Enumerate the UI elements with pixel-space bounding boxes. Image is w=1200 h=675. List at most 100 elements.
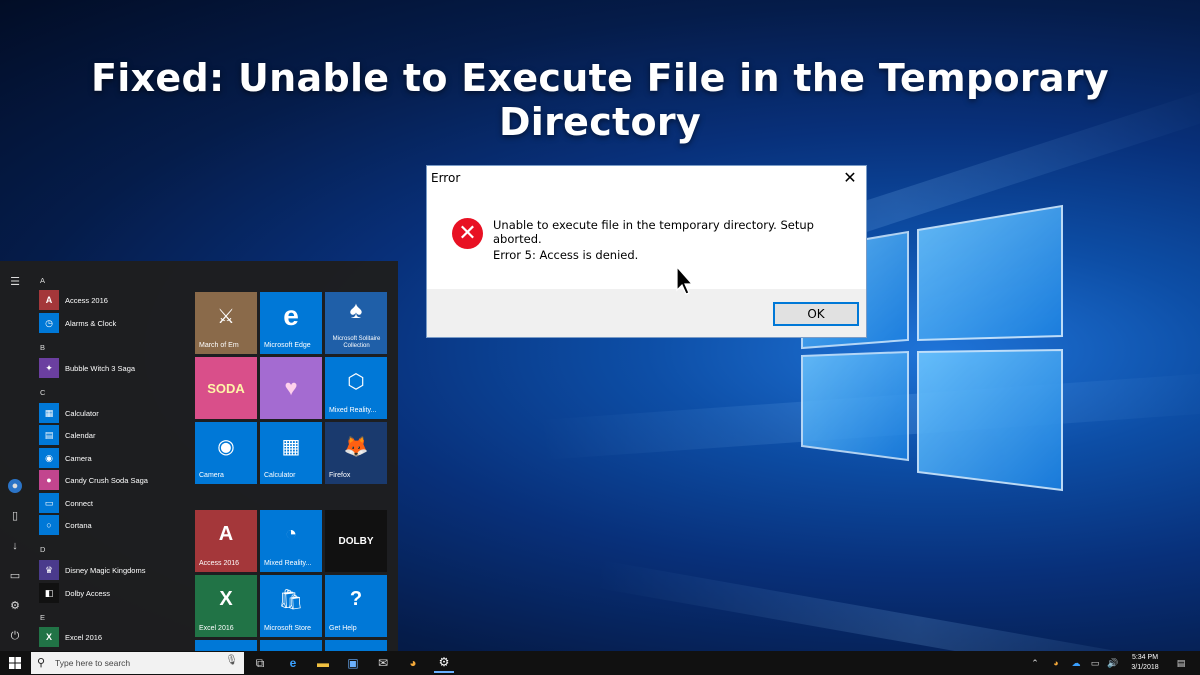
app-label: Connect [65,498,93,508]
tile-mixed-reality[interactable]: ⬡ Mixed Reality... [325,357,387,419]
ok-button[interactable]: OK [773,302,859,326]
tile-dolby[interactable]: DOLBY [325,510,387,572]
tile-partial[interactable] [325,640,387,651]
tile-label: Get Help [329,625,357,632]
pictures-icon[interactable]: ▭ [8,569,22,583]
app-excel[interactable]: X Excel 2016 [39,627,187,647]
settings-icon[interactable]: ⚙ [8,599,22,613]
get-help-icon: ? [349,587,363,610]
windows-start-icon [9,657,21,669]
disney-icon: ♛ [39,560,59,580]
tile-partial[interactable] [260,640,322,651]
hamburger-menu-icon[interactable]: ☰ [8,275,22,289]
tile-label: Mixed Reality... [264,560,312,567]
tile-edge[interactable]: e Microsoft Edge [260,292,322,354]
clock-time: 5:34 PM [1131,654,1159,661]
headline: Fixed: Unable to Execute File in the Tem… [91,56,1109,144]
app-calendar[interactable]: ▤ Calendar [39,425,187,445]
volume-icon[interactable]: 🔊 [1106,651,1120,675]
tile-label: Mixed Reality... [329,407,377,414]
task-view-icon[interactable]: ⧉ [250,653,270,673]
app-label: Calculator [65,408,99,418]
tile-calculator[interactable]: ▦ Calculator [260,422,322,484]
group-letter[interactable]: C [40,388,45,397]
tile-mixed-reality-portal[interactable]: ◔ Mixed Reality... [260,510,322,572]
app-dolby[interactable]: ◧ Dolby Access [39,583,187,603]
dialog-footer: OK [427,289,866,337]
app-connect[interactable]: ▭ Connect [39,493,187,513]
tile-firefox[interactable]: 🦊 Firefox [325,422,387,484]
connect-icon: ▭ [39,493,59,513]
tile-get-help[interactable]: ? Get Help [325,575,387,637]
app-access-2016[interactable]: A Access 2016 [39,290,187,310]
search-icon: ⚲ [37,657,46,669]
tile-label: March of Em [199,342,239,349]
dialog-title: Error [431,171,461,185]
tile-excel[interactable]: X Excel 2016 [195,575,257,637]
microphone-icon[interactable]: 🎙 [225,655,238,666]
app-label: Candy Crush Soda Saga [65,475,148,485]
app-label: Access 2016 [65,295,108,305]
downloads-icon[interactable]: ↓ [8,539,22,553]
error-dialog: Error ✕ ✕ Unable to execute file in the … [426,165,867,338]
documents-icon[interactable]: ▯ [8,509,22,523]
group-letter[interactable]: A [40,276,45,285]
app-list: A A Access 2016 ◷ Alarms & Clock B ✦ Bub… [36,261,186,651]
group-letter[interactable]: B [40,343,45,352]
start-button[interactable] [0,651,30,675]
tile-solitaire[interactable]: ♠ Microsoft Solitaire Collection [325,292,387,354]
camera-tile-icon: ◉ [217,435,235,458]
app-camera[interactable]: ◉ Camera [39,448,187,468]
tile-label: Firefox [329,472,351,479]
cortana-icon: ○ [39,515,59,535]
dolby-tile-icon: DOLBY [338,535,374,547]
tile-label: Camera [199,472,224,479]
tile-march-of-empires[interactable]: ⚔ March of Em [195,292,257,354]
mixed-reality-portal-icon: ◔ [284,522,298,545]
excel-tile-icon: X [219,587,233,610]
system-clock[interactable]: 5:34 PM 3/1/2018 [1124,653,1166,673]
access-tile-icon: A [218,522,234,545]
clock-date: 3/1/2018 [1131,664,1159,671]
candy-crush-soda-tile-icon: SODA [207,380,245,396]
tile-camera[interactable]: ◉ Camera [195,422,257,484]
app-bubble-witch[interactable]: ✦ Bubble Witch 3 Saga [39,358,187,378]
action-center-icon[interactable]: ▤ [1172,651,1190,675]
group-letter[interactable]: D [40,545,45,554]
app-label: Excel 2016 [65,632,103,642]
tray-app-icon[interactable]: ◕ [1048,651,1064,675]
tile-access[interactable]: A Access 2016 [195,510,257,572]
close-icon[interactable]: ✕ [840,168,860,188]
mixed-reality-icon: ⬡ [347,370,365,393]
tile-disney[interactable]: ♥ [260,357,322,419]
app-label: Disney Magic Kingdoms [65,565,146,575]
chevron-up-icon[interactable]: ⌃ [1028,651,1042,675]
tile-partial[interactable] [195,640,257,651]
taskbar: ⚲ Type here to search 🎙 ⧉ e ▬ ▣ ✉ ◕ ⚙ ⌃ … [0,651,1200,675]
calendar-icon: ▤ [39,425,59,445]
solitaire-icon: ♠ [349,297,363,324]
onedrive-icon[interactable]: ☁ [1068,651,1084,675]
app-alarms-clock[interactable]: ◷ Alarms & Clock [39,313,187,333]
app-candy-crush[interactable]: ● Candy Crush Soda Saga [39,470,187,490]
mouse-cursor-icon [676,266,694,295]
access-icon: A [39,290,59,310]
app-calculator[interactable]: ▦ Calculator [39,403,187,423]
file-explorer-icon[interactable]: ▬ [313,653,333,673]
group-letter[interactable]: E [40,613,45,622]
search-placeholder: Type here to search [55,658,131,668]
edge-taskbar-icon[interactable]: e [283,653,303,673]
paint-icon[interactable]: ◕ [403,653,423,673]
app-cortana[interactable]: ○ Cortana [39,515,187,535]
store-taskbar-icon[interactable]: ▣ [343,653,363,673]
search-input[interactable]: ⚲ Type here to search 🎙 [31,652,244,674]
user-avatar-icon[interactable]: ● [8,479,22,493]
tile-store[interactable]: 🛍 Microsoft Store [260,575,322,637]
settings-taskbar-icon[interactable]: ⚙ [434,653,454,673]
tile-candy-crush-soda[interactable]: SODA [195,357,257,419]
power-icon[interactable]: ⏻ [8,629,22,643]
network-icon[interactable]: ▭ [1088,651,1102,675]
mail-icon[interactable]: ✉ [373,653,393,673]
app-disney[interactable]: ♛ Disney Magic Kingdoms [39,560,187,580]
disney-tile-icon: ♥ [284,375,298,400]
